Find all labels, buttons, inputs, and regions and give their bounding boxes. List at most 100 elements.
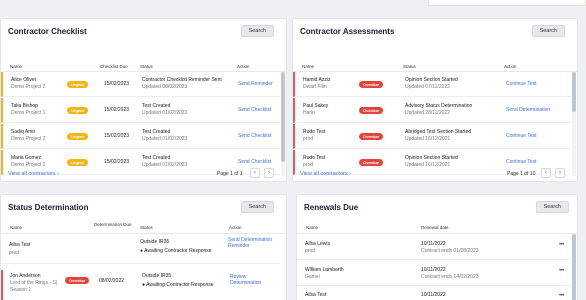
table-row: Jon Anderson Lord of the Rings - S| Seas… [1, 270, 280, 300]
contractor-company: Lord of the Rings - S| Season 1 [10, 280, 58, 293]
overdue-badge: Overdue [359, 133, 384, 140]
col-header-action: Action [237, 64, 250, 69]
scrollbar[interactable] [572, 234, 576, 300]
scrollbar-thumb[interactable] [572, 72, 576, 112]
status-text: Test Created [142, 103, 171, 109]
col-header-name: Name [10, 225, 23, 230]
continue-test-link[interactable]: Continue Test [506, 81, 536, 88]
status-updated: Updated 01/02/2023 [142, 110, 188, 116]
send-checklist-link[interactable]: Send Checklist [238, 159, 271, 166]
urgent-badge: Urgent [67, 159, 88, 166]
scrollbar[interactable] [281, 72, 285, 176]
status-updated: Updated 08/02/2023 [142, 84, 188, 90]
overdue-badge: Overdue [359, 159, 384, 166]
search-button[interactable]: Search [240, 25, 274, 37]
status-updated: Updated 16/12/2021 [405, 136, 451, 142]
review-determination-link[interactable]: Review Determination [230, 274, 270, 286]
panel-title: Status Determination [8, 203, 89, 212]
chevron-right-icon[interactable]: › [264, 168, 274, 178]
contractor-company: prod [9, 250, 20, 256]
col-header-renewal-date: Renewal date [421, 225, 449, 230]
renewal-date: 10/11/2022 [421, 292, 446, 298]
contractor-checklist-panel: Contractor Checklist Search Name Checkli… [0, 18, 287, 182]
scrollbar-thumb[interactable] [281, 72, 285, 162]
col-header-name: Name [10, 64, 23, 69]
panel-title: Renewals Due [304, 203, 359, 212]
status-substatus: ● Awaiting Contractor Response [142, 282, 214, 288]
more-dots-icon[interactable]: ••• [559, 293, 564, 299]
checklist-due: 15/02/2023 [104, 159, 130, 165]
more-dots-icon[interactable]: ••• [559, 242, 564, 248]
status-text: Outside IR35 [140, 239, 170, 245]
chevron-right-icon[interactable]: › [555, 168, 565, 178]
contractor-name: Rudo Test [303, 129, 326, 135]
table-row: Ailsa Test 10/11/2022 ••• [297, 286, 571, 300]
status-text: Contractor Checklist Reminder Sent [142, 77, 222, 83]
contractor-name: Talia Bishop [11, 103, 38, 109]
table-row: Rudo Test prod Overdue Abridged Test Sec… [293, 124, 571, 149]
send-determination-link[interactable]: Send Determination [506, 107, 550, 114]
search-button[interactable]: Search [531, 25, 565, 37]
view-all-contractors-link[interactable]: View all contractors › [300, 171, 351, 177]
continue-test-link[interactable]: Continue Test [506, 133, 536, 140]
status-updated: Updated 16/12/2021 [405, 162, 451, 168]
table-row: Paul Sakey Harln Overdue Advisory Status… [293, 98, 571, 123]
status-updated: Updated 07/11/2022 [405, 84, 450, 90]
page-indicator: Page 1 of 1 [217, 171, 243, 177]
contractor-name: Sadiq Amir [11, 129, 36, 135]
contractor-name: Ailsa Test [9, 242, 31, 248]
contractor-company: prod [305, 248, 316, 254]
table-row: Alice Oliver Demo Project 2 Urgent 15/02… [1, 72, 280, 97]
status-text: Test Created [142, 129, 171, 135]
send-determination-reminder-link[interactable]: Send Determination Reminder [228, 237, 276, 249]
contractor-assessments-panel: Contractor Assessments Search Name Statu… [292, 18, 578, 182]
chevron-left-icon[interactable]: ‹ [541, 168, 551, 178]
overdue-badge: Overdue [359, 107, 384, 114]
continue-test-link[interactable]: Continue Test [506, 159, 536, 166]
table-row: Ailsa Lewis prod 10/11/2022 Contract end… [297, 234, 571, 260]
contractor-name: Hamid Azziz [303, 77, 331, 83]
checklist-due: 15/02/2023 [104, 107, 130, 113]
view-all-contractors-link[interactable]: View all contractors › [8, 171, 59, 177]
status-updated: Updated 28/11/2022 [405, 110, 450, 116]
table-row: William Lambarth Gamel 10/11/2022 Contra… [297, 260, 571, 286]
contractor-company: Harln [303, 110, 315, 116]
status-updated: Updated 01/02/2023 [142, 162, 188, 168]
send-reminder-link[interactable]: Send Reminder [238, 81, 273, 88]
urgent-badge: Urgent [67, 107, 88, 114]
project-name: Demo Project 1 [11, 110, 46, 116]
search-button[interactable]: Search [240, 201, 274, 213]
status-updated: Updated 01/02/2023 [142, 136, 188, 142]
col-header-action: Action [229, 225, 242, 230]
contract-ends: Contract ends 01/08/2023 [421, 248, 479, 254]
scrollbar-thumb[interactable] [572, 234, 576, 300]
contractor-name: Rudo Test [303, 155, 326, 161]
contractor-name: Jon Anderson [10, 273, 41, 279]
status-text: Opinion Section Started [405, 155, 458, 161]
col-header-name: Name [302, 64, 315, 69]
project-name: Demo Project 2 [11, 84, 46, 90]
overdue-badge: Overdue [359, 81, 384, 88]
contractor-name: Maria Gomez [11, 155, 42, 161]
contract-ends: Contract ends 14/02/2023 [421, 274, 479, 280]
col-header-determination-due: Determination Due [94, 222, 132, 227]
contractor-company: prod [303, 162, 314, 168]
contractor-name: Alice Oliver [11, 77, 37, 83]
checklist-due: 15/02/2023 [104, 81, 130, 87]
project-name: Demo Project 2 [11, 136, 46, 142]
page-indicator: Page 1 of 10 [507, 171, 536, 177]
col-header-status: Status [140, 64, 153, 69]
status-determination-panel: Status Determination Search Name Determi… [0, 194, 287, 300]
status-text: Opinion Section Started [405, 77, 458, 83]
scrollbar[interactable] [572, 72, 576, 176]
contractor-company: prod [303, 136, 314, 142]
search-button[interactable]: Search [535, 201, 569, 213]
status-text: Advisory Status Determination [405, 103, 473, 109]
send-checklist-link[interactable]: Send Checklist [238, 107, 271, 114]
more-dots-icon[interactable]: ••• [559, 268, 564, 274]
contractor-company: Gamel [305, 274, 320, 280]
renewal-date: 10/11/2022 [421, 267, 446, 273]
chevron-left-icon[interactable]: ‹ [250, 168, 260, 178]
send-checklist-link[interactable]: Send Checklist [238, 133, 271, 140]
determination-due: 08/02/2022 [99, 278, 125, 284]
